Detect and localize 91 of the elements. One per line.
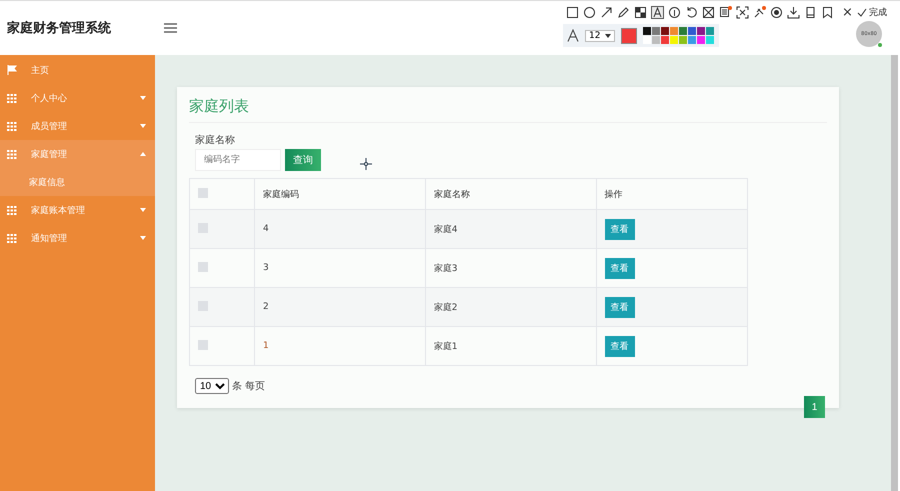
- flag-icon: [7, 65, 17, 75]
- grid-icon: [7, 94, 17, 102]
- caret-icon: [140, 96, 146, 100]
- caret-icon: [140, 236, 146, 240]
- color-swatch[interactable]: [688, 27, 696, 35]
- crosshair-icon: [360, 158, 372, 170]
- mosaic-icon[interactable]: [634, 6, 647, 18]
- current-color-swatch[interactable]: [621, 28, 638, 44]
- undo-icon[interactable]: [685, 6, 698, 18]
- view-button[interactable]: 查看: [604, 258, 635, 278]
- check-icon: [856, 8, 867, 16]
- color-swatch[interactable]: [706, 36, 714, 44]
- color-swatch[interactable]: [643, 36, 652, 44]
- card-title: 家庭列表: [189, 97, 827, 123]
- info-icon[interactable]: [668, 6, 681, 18]
- pencil-icon[interactable]: [617, 6, 630, 18]
- color-swatch[interactable]: [652, 36, 660, 44]
- view-button[interactable]: 查看: [604, 218, 635, 240]
- column-header: 操作: [604, 190, 623, 200]
- arrow-icon[interactable]: [600, 6, 613, 18]
- sidebar-item[interactable]: 家庭管理: [0, 140, 155, 168]
- table-cell: 家庭1: [434, 342, 458, 352]
- grid-icon: [7, 122, 17, 130]
- checkbox[interactable]: [198, 262, 208, 272]
- menu-label: 通知管理: [31, 232, 68, 244]
- close-button[interactable]: ×: [842, 4, 853, 20]
- record-icon[interactable]: [770, 6, 783, 18]
- color-swatch[interactable]: [643, 27, 652, 35]
- color-swatch[interactable]: [670, 36, 678, 44]
- table-cell: 家庭4: [434, 224, 458, 234]
- table-cell: 1: [263, 341, 269, 351]
- table-cell: 家庭2: [434, 302, 458, 312]
- sidebar-item[interactable]: 个人中心: [0, 84, 155, 112]
- checkbox[interactable]: [198, 188, 208, 198]
- page-size-select[interactable]: 10: [195, 378, 229, 394]
- color-swatch[interactable]: [661, 36, 670, 44]
- sidebar-item[interactable]: 主页: [0, 56, 155, 84]
- table-cell: 4: [263, 224, 269, 234]
- done-button[interactable]: 完成: [856, 6, 887, 18]
- submenu-item[interactable]: 家庭信息: [0, 168, 155, 196]
- scrollbar[interactable]: [891, 55, 898, 491]
- square-icon[interactable]: [566, 6, 579, 18]
- menu-label: 个人中心: [31, 92, 68, 104]
- grid-icon: [7, 150, 17, 158]
- caret-icon: [140, 124, 146, 128]
- column-header: 家庭编码: [263, 190, 299, 200]
- app-title: 家庭财务管理系统: [7, 20, 111, 37]
- bookmark-icon[interactable]: [821, 6, 834, 18]
- text-size-icon: [567, 29, 579, 42]
- download-icon[interactable]: [787, 6, 800, 18]
- search-button[interactable]: 查询: [285, 149, 321, 171]
- crop-icon[interactable]: [736, 6, 749, 18]
- scan-icon[interactable]: [719, 6, 732, 18]
- color-swatch[interactable]: [652, 27, 660, 35]
- menu-icon[interactable]: [164, 23, 177, 33]
- view-button[interactable]: 查看: [604, 336, 635, 356]
- menu-label: 家庭账本管理: [31, 204, 86, 216]
- grid-icon: [7, 234, 17, 242]
- page-size-label: 条 每页: [232, 380, 266, 393]
- table-cell: 3: [263, 263, 269, 273]
- sidebar-item[interactable]: 通知管理: [0, 224, 155, 252]
- page-button[interactable]: 1: [804, 396, 825, 418]
- color-swatch[interactable]: [697, 27, 706, 35]
- font-size-select[interactable]: 12: [585, 30, 616, 42]
- grid-icon: [7, 206, 17, 214]
- sidebar-item[interactable]: 成员管理: [0, 112, 155, 140]
- search-field[interactable]: 编码名字: [195, 149, 281, 171]
- checkbox[interactable]: [198, 340, 208, 350]
- menu-label: 成员管理: [31, 120, 68, 132]
- color-swatch[interactable]: [688, 36, 696, 44]
- color-swatch[interactable]: [670, 27, 678, 35]
- view-button[interactable]: 查看: [604, 296, 635, 318]
- phone-icon[interactable]: [804, 6, 817, 18]
- field-label: 家庭名称: [195, 134, 236, 147]
- column-header: 家庭名称: [434, 190, 470, 200]
- caret-icon: [605, 34, 612, 38]
- table-cell: 2: [263, 302, 269, 312]
- circle-icon[interactable]: [583, 6, 596, 18]
- color-swatch[interactable]: [697, 36, 706, 44]
- status-dot: [878, 43, 882, 47]
- sidebar-item[interactable]: 家庭账本管理: [0, 196, 155, 224]
- caret-icon: [140, 208, 146, 212]
- menu-label: 主页: [31, 64, 50, 76]
- color-swatch[interactable]: [679, 36, 688, 44]
- text-icon[interactable]: [651, 6, 664, 18]
- caret-icon: [140, 152, 146, 156]
- table-cell: 家庭3: [434, 264, 458, 274]
- color-swatch[interactable]: [679, 27, 688, 35]
- color-swatch[interactable]: [661, 27, 670, 35]
- menu-label: 家庭管理: [31, 148, 68, 160]
- color-swatch[interactable]: [706, 27, 714, 35]
